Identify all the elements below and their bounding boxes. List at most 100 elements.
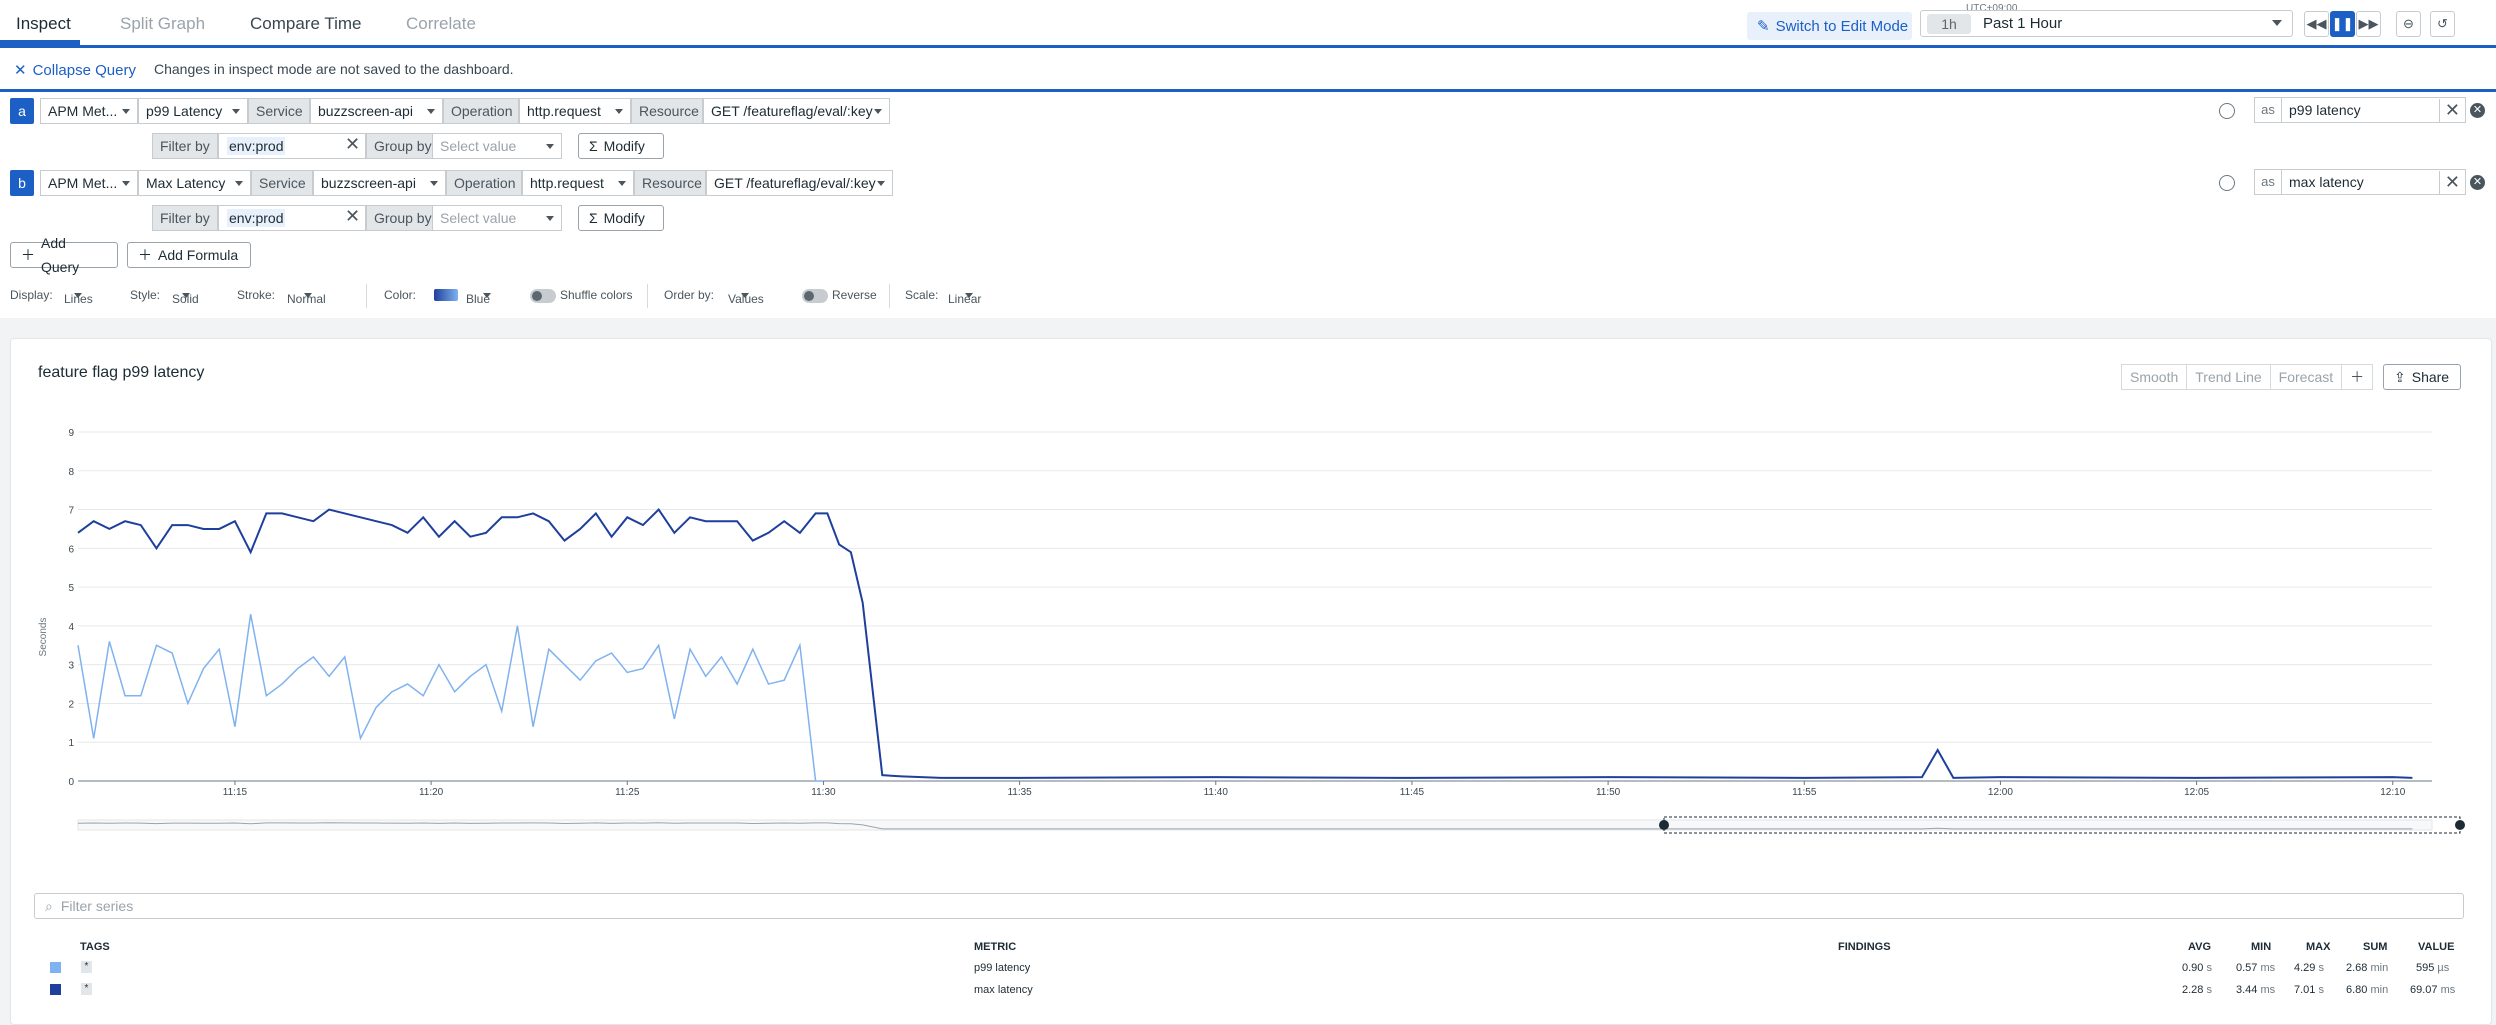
- add-query-button[interactable]: ＋ Add Query: [10, 235, 118, 275]
- metric-select[interactable]: Max Latency: [138, 170, 251, 196]
- graph-title: feature flag p99 latency: [38, 364, 205, 381]
- group-by-label: Group by: [366, 133, 440, 159]
- service-value: buzzscreen-api: [318, 103, 413, 119]
- service-label: Service: [248, 98, 310, 124]
- add-formula-button[interactable]: ＋ Add Formula: [127, 242, 251, 268]
- alias-value: max latency: [2289, 174, 2364, 190]
- reset-button[interactable]: ↺: [2430, 11, 2455, 37]
- filter-input[interactable]: env:prod: [218, 133, 366, 159]
- reverse-toggle[interactable]: [802, 289, 828, 303]
- series-line-max-latency[interactable]: [77, 507, 2413, 779]
- time-range-selector[interactable]: 1h Past 1 Hour: [1920, 10, 2293, 37]
- trend-line-button[interactable]: Trend Line: [2187, 365, 2271, 389]
- tab-compare-time[interactable]: Compare Time: [250, 14, 361, 34]
- operation-value: http.request: [527, 103, 601, 119]
- chevron-down-icon: [618, 181, 626, 186]
- stroke-select[interactable]: Normal: [287, 288, 326, 306]
- tab-inspect[interactable]: Inspect: [16, 14, 71, 34]
- display-options-bar: Display: Lines Style: Solid Stroke: Norm…: [0, 284, 2496, 308]
- operation-value: http.request: [530, 175, 604, 191]
- chevron-down-icon: [2272, 20, 2282, 26]
- col-value: VALUE: [2418, 941, 2455, 953]
- sum-number: 6.80: [2346, 984, 2368, 996]
- active-tab-indicator: [0, 40, 80, 45]
- group-by-select[interactable]: Select value: [432, 133, 562, 159]
- fast-forward-icon: ▶▶: [2358, 16, 2379, 31]
- query-letter[interactable]: a: [10, 98, 34, 124]
- alias-field[interactable]: as p99 latency ✕: [2254, 97, 2466, 123]
- filter-tag: env:prod: [227, 137, 286, 155]
- modify-button[interactable]: Σ Modify: [578, 205, 664, 231]
- col-avg: AVG: [2188, 941, 2212, 953]
- group-by-select[interactable]: Select value: [432, 205, 562, 231]
- zoom-out-button[interactable]: ⊖: [2396, 11, 2421, 37]
- divider: [889, 284, 890, 308]
- modify-button[interactable]: Σ Modify: [578, 133, 664, 159]
- filter-series-input[interactable]: ⌕ Filter series: [34, 893, 2464, 919]
- metric-name: max latency: [974, 984, 1033, 996]
- color-value: Blue: [466, 292, 491, 306]
- alias-field[interactable]: as max latency ✕: [2254, 169, 2466, 195]
- query-letter[interactable]: b: [10, 170, 34, 196]
- col-tags: TAGS: [80, 941, 110, 953]
- resource-select[interactable]: GET /featureflag/eval/:key: [703, 98, 890, 124]
- display-value: Lines: [64, 292, 93, 306]
- tab-correlate[interactable]: Correlate: [406, 14, 476, 34]
- filter-input[interactable]: env:prod: [218, 205, 366, 231]
- metric-value: Max Latency: [146, 175, 226, 191]
- clear-alias-icon[interactable]: ✕: [2438, 99, 2460, 123]
- clear-filter-icon[interactable]: ✕: [345, 206, 360, 227]
- tag-chip: *: [81, 983, 92, 995]
- pencil-icon: ✎: [1757, 18, 1770, 35]
- smooth-button[interactable]: Smooth: [2122, 365, 2188, 389]
- tab-split-graph[interactable]: Split Graph: [120, 14, 205, 34]
- overview-handle-left[interactable]: [1659, 820, 1669, 830]
- sum-unit: min: [2370, 984, 2389, 996]
- share-button[interactable]: ⇪ Share: [2383, 364, 2461, 390]
- service-select[interactable]: buzzscreen-api: [313, 170, 446, 196]
- col-sum: SUM: [2363, 941, 2388, 953]
- as-label: as: [2255, 98, 2282, 122]
- rewind-button[interactable]: ◀◀: [2304, 11, 2329, 37]
- collapse-query-button[interactable]: ✕ Collapse Query: [14, 61, 136, 80]
- value-number: 595: [2416, 962, 2435, 974]
- min-value: 0.57 ms: [2236, 962, 2275, 974]
- scale-select[interactable]: Linear: [948, 288, 981, 306]
- avg-value: 2.28 s: [2182, 984, 2212, 996]
- add-overlay-button[interactable]: ＋: [2342, 365, 2372, 389]
- metric-select[interactable]: p99 Latency: [138, 98, 248, 124]
- remove-query-icon[interactable]: ✕: [2470, 103, 2485, 118]
- clear-alias-icon[interactable]: ✕: [2438, 171, 2460, 195]
- clear-filter-icon[interactable]: ✕: [345, 134, 360, 155]
- remove-query-icon[interactable]: ✕: [2470, 175, 2485, 190]
- data-source-select[interactable]: APM Met...: [40, 170, 138, 196]
- color-select[interactable]: Blue: [466, 288, 491, 306]
- style-select[interactable]: Solid: [172, 288, 199, 306]
- operation-select[interactable]: http.request: [519, 98, 631, 124]
- y-tick-label: 0: [68, 777, 74, 788]
- col-min: MIN: [2251, 941, 2272, 953]
- order-by-select[interactable]: Values: [728, 288, 764, 306]
- inspect-mode-notice: Changes in inspect mode are not saved to…: [154, 61, 514, 77]
- style-label: Style:: [130, 288, 161, 302]
- latency-line-chart[interactable]: 0 1 2 3 4 5 6 7 8 9 11:15 11:20 11:25 11:30 11:35 11:40…: [0, 400, 2496, 860]
- switch-to-edit-mode-button[interactable]: ✎ Switch to Edit Mode: [1747, 12, 1912, 40]
- palette-icon[interactable]: [2219, 175, 2235, 191]
- max-unit: s: [2318, 984, 2324, 996]
- current-value: 595 µs: [2416, 962, 2449, 974]
- x-tick-label: 11:25: [615, 787, 640, 798]
- shuffle-colors-toggle[interactable]: [530, 289, 556, 303]
- service-select[interactable]: buzzscreen-api: [310, 98, 443, 124]
- series-color-swatch: [50, 984, 61, 995]
- palette-icon[interactable]: [2219, 103, 2235, 119]
- series-line-p99-latency[interactable]: [77, 614, 824, 782]
- overview-handle-right[interactable]: [2455, 820, 2465, 830]
- pause-button[interactable]: ❚❚: [2330, 11, 2355, 37]
- operation-select[interactable]: http.request: [522, 170, 634, 196]
- forecast-button[interactable]: Forecast: [2271, 365, 2343, 389]
- display-select[interactable]: Lines: [64, 288, 93, 306]
- chevron-down-icon: [122, 109, 130, 114]
- data-source-select[interactable]: APM Met...: [40, 98, 138, 124]
- forward-button[interactable]: ▶▶: [2356, 11, 2381, 37]
- resource-select[interactable]: GET /featureflag/eval/:key: [706, 170, 893, 196]
